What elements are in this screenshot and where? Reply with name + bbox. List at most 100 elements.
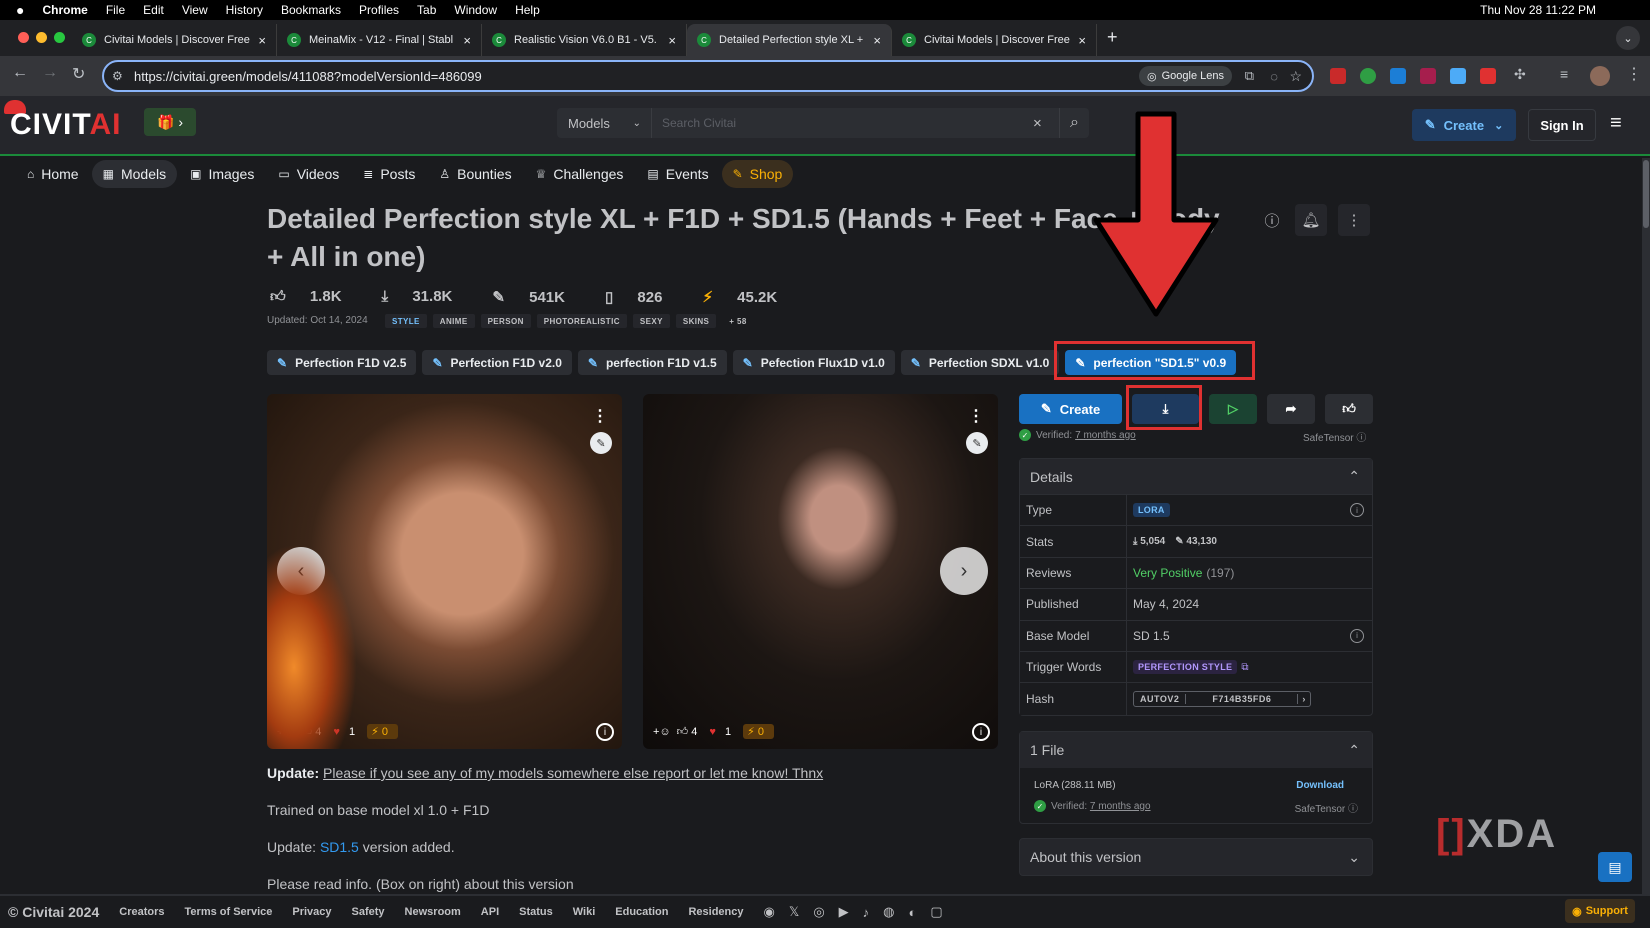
tag-photorealistic[interactable]: PHOTOREALISTIC (536, 314, 627, 328)
add-reaction-icon[interactable]: +☺ (277, 726, 295, 738)
footer-link-creators[interactable]: Creators (119, 906, 164, 918)
tag-person[interactable]: PERSON (480, 314, 531, 328)
gallery-image[interactable]: ⋮ ✎ ‹ +☺ 👍︎ 4 ♥ 1 ⚡︎ 0 i (267, 394, 622, 749)
buzz-tip[interactable]: ⚡︎ 0 (367, 724, 398, 739)
github-icon[interactable]: ◐ (909, 905, 917, 920)
version-tab[interactable]: ✎ Perfection F1D v2.0 (422, 350, 572, 375)
search-type-select[interactable]: Models ⌄ (557, 108, 652, 138)
more-options-icon[interactable]: ⋮ (592, 406, 608, 426)
browser-tab[interactable]: C Realistic Vision V6.0 B1 - V5. × (482, 24, 687, 56)
reddit-icon[interactable]: ◍ (883, 904, 894, 920)
extension-icon[interactable] (1480, 68, 1496, 84)
chrome-menu-icon[interactable]: ⋮ (1626, 64, 1642, 84)
sign-in-button[interactable]: Sign In (1528, 109, 1596, 141)
close-tab-icon[interactable]: × (668, 33, 676, 48)
maximize-window-button[interactable] (54, 32, 65, 43)
version-tab[interactable]: ✎ Perfection F1D v2.5 (267, 350, 417, 375)
more-options-icon[interactable]: ⋮ (1338, 204, 1370, 236)
extensions-puzzle-icon[interactable]: ✣ (1514, 66, 1526, 83)
new-tab-button[interactable]: + (1097, 27, 1118, 56)
more-options-icon[interactable]: ⋮ (968, 406, 984, 426)
apple-icon[interactable]: ● (16, 2, 24, 18)
version-tab[interactable]: ✎ Perfection SDXL v1.0 (900, 350, 1060, 375)
browser-tab[interactable]: C MeinaMix - V12 - Final | Stabl × (277, 24, 482, 56)
footer-link-api[interactable]: API (481, 906, 499, 918)
chevron-right-icon[interactable]: › (1298, 694, 1310, 704)
gallery-image[interactable]: ⋮ ✎ › +☺ 👍︎ 4 ♥ 1 ⚡︎ 0 i (643, 394, 998, 749)
footer-link-safety[interactable]: Safety (352, 906, 385, 918)
minimize-window-button[interactable] (36, 32, 47, 43)
chat-icon[interactable]: ▤ (1598, 852, 1632, 882)
nav-models[interactable]: ▦ Models (91, 160, 178, 188)
close-window-button[interactable] (18, 32, 29, 43)
share-button[interactable]: ➦ (1267, 394, 1315, 424)
search-icon[interactable]: ⌕ (1059, 108, 1089, 138)
hash-type[interactable]: AUTOV2 (1134, 694, 1187, 705)
bookmark-star-icon[interactable]: ☆ (1289, 68, 1302, 85)
heart-reaction[interactable]: ♥ 1 (709, 726, 737, 738)
browser-tab[interactable]: C Civitai Models | Discover Free × (892, 24, 1097, 56)
menu-view[interactable]: View (182, 3, 208, 17)
reading-list-icon[interactable]: ≡ (1560, 66, 1568, 82)
scrollbar-thumb[interactable] (1643, 160, 1649, 228)
add-reaction-icon[interactable]: +☺ (653, 726, 671, 738)
more-tags[interactable]: + 58 (722, 314, 753, 328)
info-icon[interactable]: i (1350, 628, 1364, 643)
forward-icon[interactable]: → (42, 64, 58, 82)
tag-anime[interactable]: ANIME (432, 314, 475, 328)
discord-icon[interactable]: ◉ (763, 904, 774, 920)
nav-events[interactable]: ▤ Events (636, 160, 719, 188)
version-tab[interactable]: ✎ perfection F1D v1.5 (577, 350, 727, 375)
extension-icon[interactable] (1360, 68, 1376, 84)
x-twitter-icon[interactable]: 𝕏 (789, 904, 799, 920)
close-tab-icon[interactable]: × (1078, 33, 1086, 48)
footer-link-residency[interactable]: Residency (688, 906, 743, 918)
create-button[interactable]: ✎ Create ⌄ (1412, 109, 1516, 141)
nav-images[interactable]: ▣ Images (179, 160, 265, 188)
tag-sexy[interactable]: SEXY (632, 314, 670, 328)
info-icon[interactable]: i (1350, 503, 1364, 518)
menu-clock[interactable]: Thu Nov 28 11:22 PM (1480, 3, 1596, 17)
verified-date-link[interactable]: 7 months ago (1075, 430, 1136, 441)
tab-search-icon[interactable]: ⌄ (1616, 26, 1640, 50)
hamburger-menu-icon[interactable]: ≡ (1610, 112, 1622, 135)
footer-link-newsroom[interactable]: Newsroom (405, 906, 461, 918)
about-version-panel[interactable]: About this version ⌄ (1019, 838, 1373, 876)
menu-edit[interactable]: Edit (143, 3, 164, 17)
close-tab-icon[interactable]: × (258, 33, 266, 48)
remix-brush-icon[interactable]: ✎ (590, 432, 612, 454)
extension-icon[interactable] (1420, 68, 1436, 84)
details-header[interactable]: Details ⌃ (1020, 459, 1372, 495)
sd15-link[interactable]: SD1.5 (320, 839, 359, 855)
browser-tab-active[interactable]: C Detailed Perfection style XL + × (687, 24, 892, 56)
instagram-icon[interactable]: ◎ (813, 904, 824, 920)
footer-link-wiki[interactable]: Wiki (573, 906, 596, 918)
info-icon[interactable]: ⓘ (1348, 804, 1358, 815)
page-scrollbar[interactable] (1642, 158, 1650, 894)
civitai-logo[interactable]: CIVITAI (10, 108, 121, 142)
browser-tab[interactable]: C Civitai Models | Discover Free × (72, 24, 277, 56)
carousel-next-button[interactable]: › (940, 547, 988, 595)
like-reaction[interactable]: 👍︎ 4 (301, 725, 328, 738)
copy-icon[interactable]: ⧉ (1241, 662, 1248, 673)
site-info-icon[interactable]: ⚙ (112, 69, 123, 83)
extension-icon[interactable] (1390, 68, 1406, 84)
nav-shop[interactable]: ✎ Shop (721, 160, 794, 188)
profile-avatar[interactable] (1590, 66, 1610, 86)
file-download-link[interactable]: Download (1296, 780, 1344, 791)
tiktok-icon[interactable]: ♪ (863, 905, 870, 920)
tracking-protection-icon[interactable]: ◌ (1270, 69, 1278, 84)
clear-search-icon[interactable]: × (1033, 115, 1059, 132)
run-model-button[interactable]: ▷ (1209, 394, 1257, 424)
search-input[interactable]: Search Civitai (652, 116, 1033, 130)
back-icon[interactable]: ← (12, 64, 28, 82)
menu-profiles[interactable]: Profiles (359, 3, 399, 17)
nav-home[interactable]: ⌂ Home (16, 160, 90, 188)
nav-bounties[interactable]: ♙ Bounties (428, 160, 522, 188)
files-header[interactable]: 1 File ⌃ (1020, 732, 1372, 768)
menu-file[interactable]: File (106, 3, 125, 17)
like-button[interactable]: 👍︎ (1325, 394, 1373, 424)
nav-videos[interactable]: ▭ Videos (267, 160, 350, 188)
extension-icon[interactable] (1330, 68, 1346, 84)
footer-link-terms[interactable]: Terms of Service (185, 906, 273, 918)
